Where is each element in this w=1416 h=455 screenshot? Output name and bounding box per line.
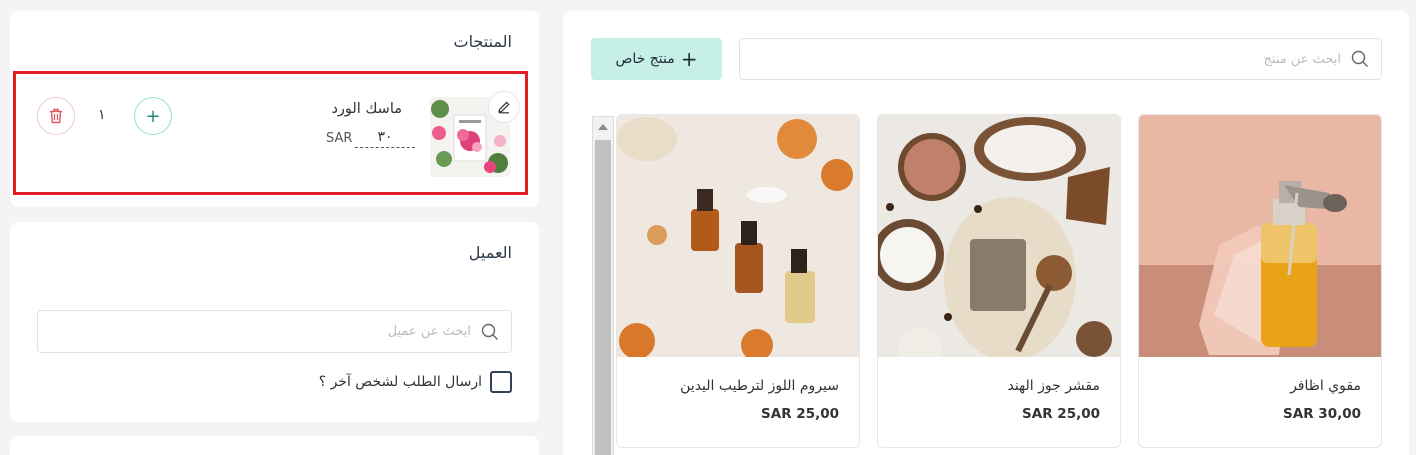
product-search-field[interactable] [739,38,1382,80]
product-image [617,115,859,357]
cart-item-currency: SAR [326,131,353,146]
product-image [1139,115,1381,357]
product-list-scrollbar[interactable] [592,116,614,455]
cart-item-name: ماسك الورد [331,101,402,117]
add-custom-product-label: منتج خاص [615,51,675,67]
product-price: SAR 25,00 [1022,406,1100,422]
cart-title: المنتجات [453,32,513,51]
product-name: سيروم اللوز لترطيب اليدين [680,378,839,394]
product-search-input[interactable] [752,51,1341,67]
cart-products-panel: المنتجات ماسك الورد ٣٠ SAR + ١ [10,11,539,207]
product-image [878,115,1120,357]
product-price: SAR 25,00 [761,406,839,422]
product-name: مقشر جوز الهند [1007,378,1100,394]
next-panel [10,436,539,455]
pencil-icon [498,101,510,114]
delete-item-button[interactable] [37,97,75,135]
customer-search-field[interactable] [37,310,512,353]
add-custom-product-button[interactable]: + منتج خاص [591,38,722,80]
product-name: مقوي اظافر [1290,378,1361,394]
product-card[interactable]: مقوي اظافر SAR 30,00 [1138,114,1382,448]
product-card[interactable]: سيروم اللوز لترطيب اليدين SAR 25,00 [616,114,860,448]
scroll-up-arrow-icon[interactable] [598,124,608,130]
customer-panel: العميل ارسال الطلب لشخص آخر ؟ [10,222,539,422]
increase-quantity-button[interactable]: + [134,97,172,135]
search-icon [481,323,498,340]
edit-item-button[interactable] [488,91,520,123]
customer-title: العميل [468,243,512,262]
cart-item-quantity: ١ [98,107,106,123]
send-to-other-label: ارسال الطلب لشخص آخر ؟ [318,374,482,390]
cart-item-price-input[interactable]: ٣٠ [355,129,415,148]
send-to-other-option[interactable]: ارسال الطلب لشخص آخر ؟ [319,371,512,393]
plus-icon: + [145,105,161,127]
product-price: SAR 30,00 [1283,406,1361,422]
scrollbar-thumb[interactable] [595,140,611,455]
customer-search-input[interactable] [50,324,471,339]
product-card[interactable]: مقشر جوز الهند SAR 25,00 [877,114,1121,448]
plus-icon: + [680,47,698,71]
catalog-panel: + منتج خاص مقوي اظافر SAR 30,00 [563,11,1409,455]
send-to-other-checkbox[interactable] [490,371,512,393]
trash-icon [50,108,62,124]
search-icon [1351,50,1368,67]
